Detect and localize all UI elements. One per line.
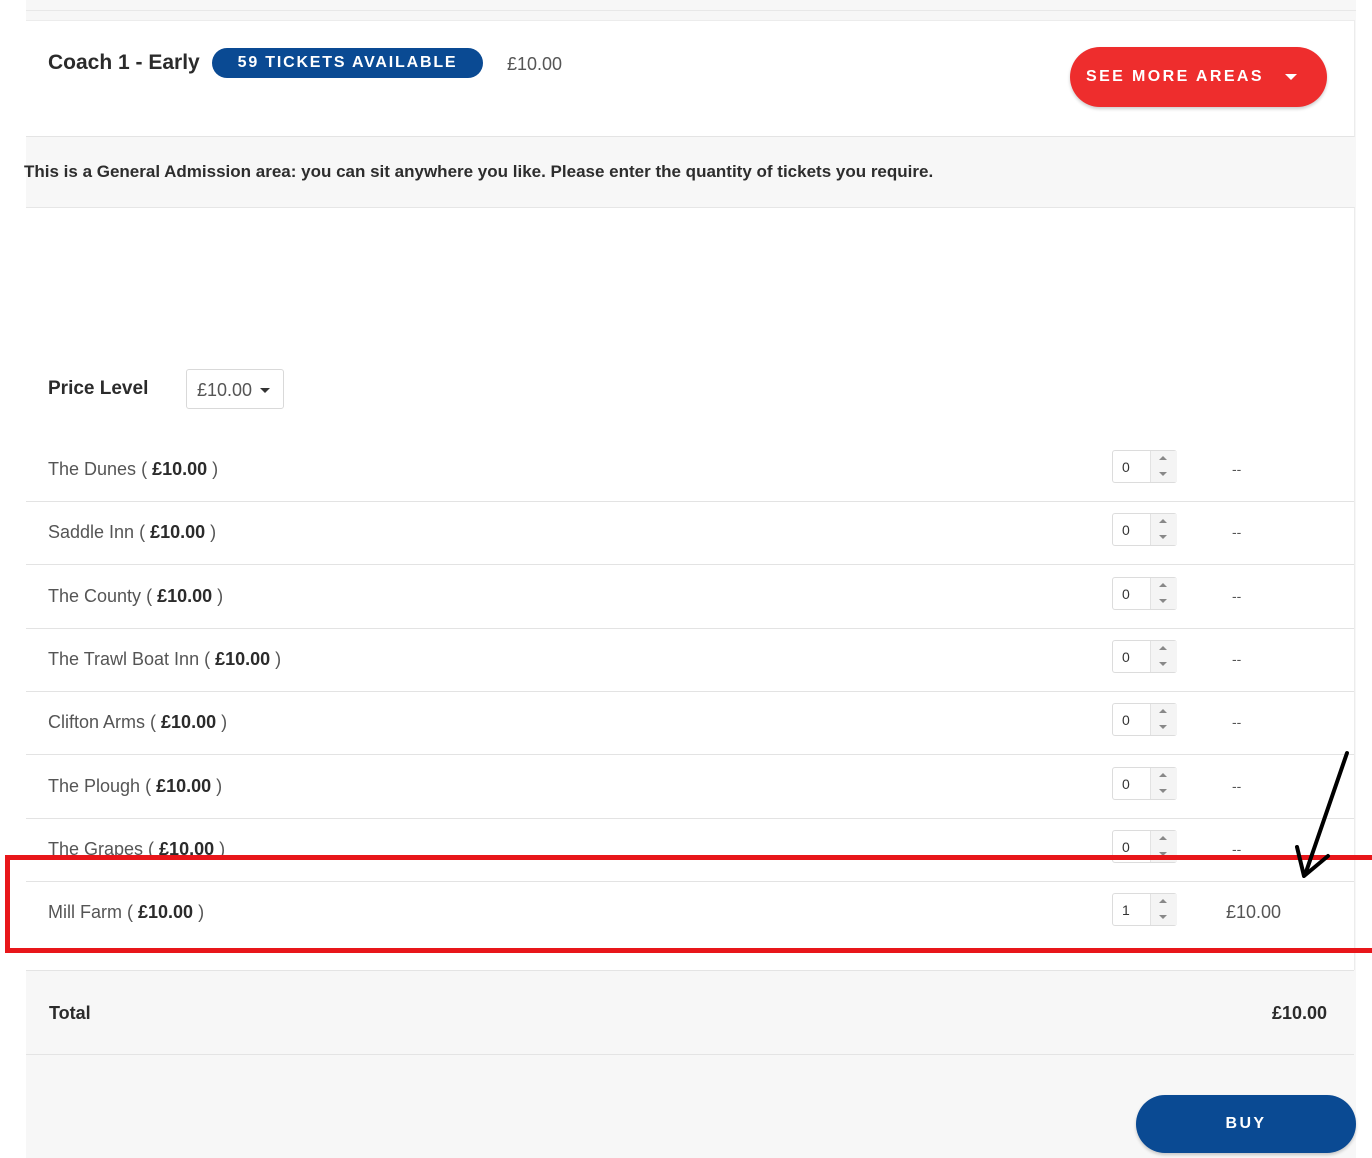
quantity-value: 0	[1122, 459, 1130, 475]
row-subtotal: --	[1232, 588, 1242, 604]
total-label: Total	[49, 1003, 91, 1023]
quantity-stepper[interactable]: 0	[1112, 703, 1177, 736]
stepper-down-icon[interactable]	[1159, 599, 1167, 603]
quantity-value: 0	[1122, 522, 1130, 538]
stepper-down-icon[interactable]	[1159, 725, 1167, 729]
stepper-down-icon[interactable]	[1159, 662, 1167, 666]
row-subtotal: --	[1232, 524, 1242, 540]
quantity-value: 0	[1122, 839, 1130, 855]
top-divider	[26, 10, 1356, 11]
pickup-point-name: The County	[48, 586, 142, 606]
stepper-arrows[interactable]	[1150, 704, 1177, 735]
quantity-stepper[interactable]: 0	[1112, 577, 1177, 610]
quantity-value: 0	[1122, 586, 1130, 602]
area-name: Coach 1 - Early	[48, 51, 200, 74]
stepper-down-icon[interactable]	[1159, 852, 1167, 856]
see-more-areas-label: SEE MORE AREAS	[1086, 68, 1264, 85]
quantity-stepper[interactable]: 0	[1112, 450, 1177, 483]
pickup-point-name: The Grapes	[48, 839, 144, 859]
quantity-value: 0	[1122, 712, 1130, 728]
ticket-row: Saddle Inn ( £10.00 ) 0 --	[26, 501, 1354, 565]
ticket-row-price: £10.00	[152, 459, 208, 479]
quantity-value: 0	[1122, 649, 1130, 665]
stepper-up-icon[interactable]	[1159, 709, 1167, 713]
ticket-row-name: Saddle Inn ( £10.00 )	[48, 522, 217, 542]
area-price: £10.00	[507, 54, 563, 74]
pickup-point-name: Mill Farm	[48, 902, 122, 922]
pickup-point-name: The Trawl Boat Inn	[48, 649, 200, 669]
total-amount: £10.00	[1271, 1003, 1327, 1023]
ticket-row-price: £10.00	[150, 522, 206, 542]
quantity-stepper[interactable]: 0	[1112, 767, 1177, 800]
ticket-row-name: The Dunes ( £10.00 )	[48, 459, 219, 479]
quantity-stepper[interactable]: 0	[1112, 640, 1177, 673]
caret-down-icon	[260, 388, 270, 393]
stepper-up-icon[interactable]	[1159, 519, 1167, 523]
area-header: Coach 1 - Early 59 TICKETS AVAILABLE £10…	[26, 20, 1355, 137]
price-level-label: Price Level	[48, 378, 149, 399]
ticket-row-name: The Grapes ( £10.00 )	[48, 839, 226, 859]
quantity-stepper[interactable]: 0	[1112, 830, 1177, 863]
row-subtotal: --	[1232, 778, 1242, 794]
stepper-down-icon[interactable]	[1159, 472, 1167, 476]
stepper-arrows[interactable]	[1150, 894, 1177, 925]
ticket-row-price: £10.00	[159, 839, 215, 859]
stepper-arrows[interactable]	[1150, 641, 1177, 672]
ticket-panel: Price Level £10.00 The Dunes ( £10.00 ) 0…	[26, 207, 1355, 970]
stepper-arrows[interactable]	[1150, 578, 1177, 609]
ticket-row-name: The Plough ( £10.00 )	[48, 776, 223, 796]
stepper-down-icon[interactable]	[1159, 915, 1167, 919]
pickup-point-name: Clifton Arms	[48, 712, 146, 732]
quantity-value: 0	[1122, 776, 1130, 792]
row-subtotal: --	[1232, 651, 1242, 667]
ticket-row-price: £10.00	[156, 776, 212, 796]
ticket-row-price: £10.00	[157, 586, 213, 606]
price-level-select[interactable]: £10.00	[186, 369, 284, 409]
ticket-row-name: The Trawl Boat Inn ( £10.00 )	[48, 649, 282, 669]
ticket-row: The Dunes ( £10.00 ) 0 --	[26, 438, 1354, 502]
pickup-point-name: The Plough	[48, 776, 141, 796]
availability-badge: 59 TICKETS AVAILABLE	[212, 48, 483, 78]
stepper-up-icon[interactable]	[1159, 646, 1167, 650]
stepper-up-icon[interactable]	[1159, 836, 1167, 840]
total-row: Total £10.00	[26, 970, 1354, 1055]
price-level-value: £10.00	[197, 380, 253, 400]
row-subtotal: --	[1232, 461, 1242, 477]
ticket-row-price: £10.00	[215, 649, 271, 669]
ticket-row: The Grapes ( £10.00 ) 0 --	[26, 818, 1354, 882]
ticket-row: The County ( £10.00 ) 0 --	[26, 565, 1354, 629]
row-subtotal: --	[1232, 714, 1242, 730]
buy-button[interactable]: BUY	[1136, 1095, 1356, 1153]
pickup-point-name: The Dunes	[48, 459, 137, 479]
stepper-arrows[interactable]	[1150, 768, 1177, 799]
stepper-up-icon[interactable]	[1159, 773, 1167, 777]
ticket-row-name: Mill Farm ( £10.00 )	[48, 902, 205, 922]
stepper-up-icon[interactable]	[1159, 583, 1167, 587]
row-subtotal: £10.00	[1226, 902, 1282, 922]
stepper-down-icon[interactable]	[1159, 789, 1167, 793]
pickup-point-name: Saddle Inn	[48, 522, 135, 542]
ticket-row-price: £10.00	[161, 712, 217, 732]
stepper-arrows[interactable]	[1150, 514, 1177, 545]
general-admission-info: This is a General Admission area: you ca…	[24, 162, 934, 181]
ticket-row-name: Clifton Arms ( £10.00 )	[48, 712, 228, 732]
ticket-row-price: £10.00	[138, 902, 194, 922]
ticket-row: The Trawl Boat Inn ( £10.00 ) 0 --	[26, 628, 1354, 692]
caret-down-icon	[1285, 74, 1297, 80]
quantity-stepper[interactable]: 1	[1112, 893, 1177, 926]
stepper-up-icon[interactable]	[1159, 456, 1167, 460]
ticket-row: Mill Farm ( £10.00 ) 1 £10.00	[26, 881, 1354, 944]
stepper-arrows[interactable]	[1150, 451, 1177, 482]
ticket-row: Clifton Arms ( £10.00 ) 0 --	[26, 691, 1354, 755]
row-subtotal: --	[1232, 841, 1242, 857]
stepper-up-icon[interactable]	[1159, 899, 1167, 903]
ticket-row: The Plough ( £10.00 ) 0 --	[26, 755, 1354, 819]
see-more-areas-button[interactable]: SEE MORE AREAS	[1070, 47, 1327, 107]
stepper-down-icon[interactable]	[1159, 535, 1167, 539]
quantity-stepper[interactable]: 0	[1112, 513, 1177, 546]
quantity-value: 1	[1122, 902, 1130, 918]
ticket-row-name: The County ( £10.00 )	[48, 586, 224, 606]
stepper-arrows[interactable]	[1150, 831, 1177, 862]
